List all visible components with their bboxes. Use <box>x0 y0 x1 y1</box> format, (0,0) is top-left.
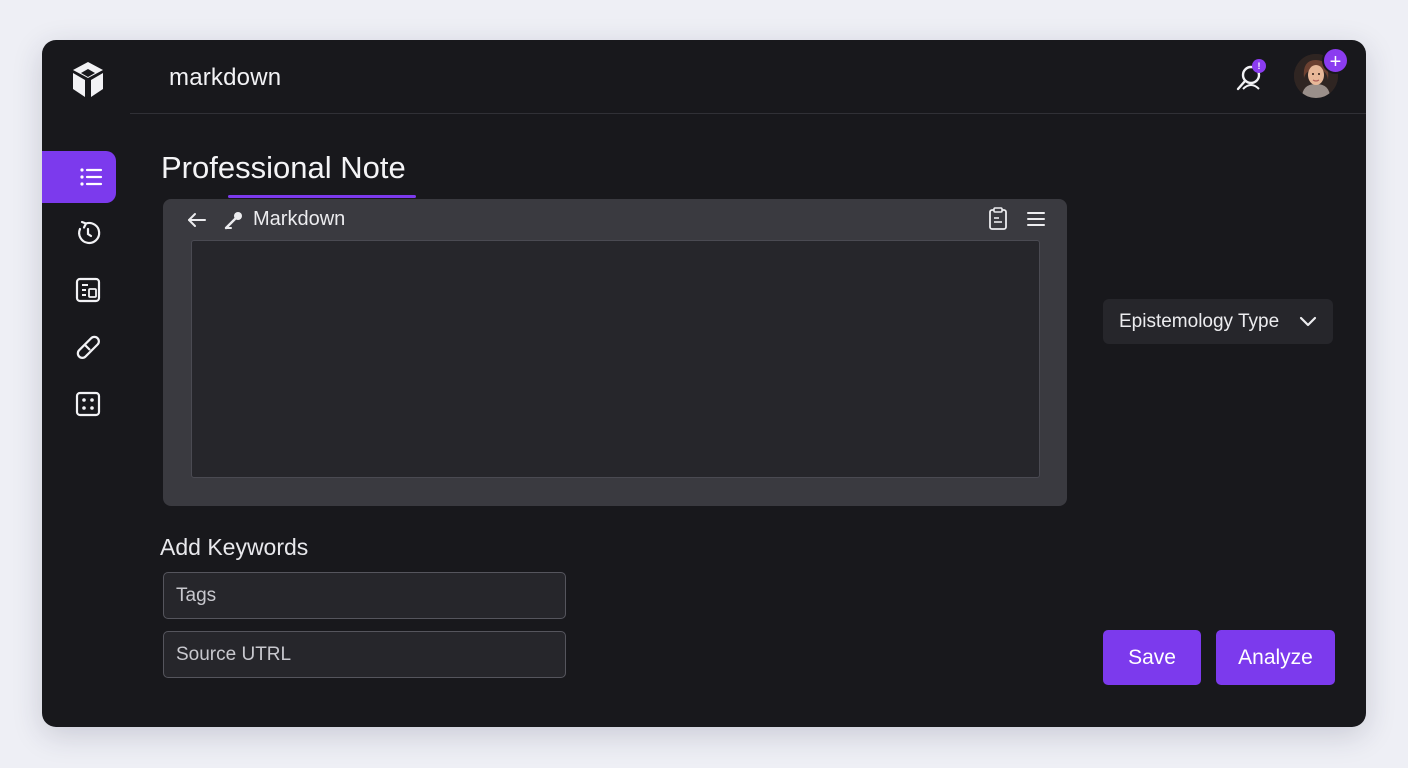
sidebar-item-list[interactable] <box>42 151 116 203</box>
notification-badge: ! <box>1252 59 1266 73</box>
clipboard-icon[interactable] <box>987 207 1009 231</box>
analyze-button[interactable]: Analyze <box>1216 630 1335 685</box>
save-button[interactable]: Save <box>1103 630 1201 685</box>
tags-input[interactable]: Tags <box>163 572 566 619</box>
app-window: markdown ! + Professional Note Markdown … <box>42 40 1366 727</box>
epistemology-type-value: Epistemology Type <box>1119 310 1280 332</box>
history-icon <box>78 220 101 245</box>
add-keywords-label: Add Keywords <box>160 534 309 560</box>
title-underline <box>228 195 416 198</box>
source-url-input[interactable]: Source UTRL <box>163 631 566 678</box>
sidebar-item-grid[interactable] <box>62 378 114 430</box>
page-title: Professional Note <box>161 150 406 185</box>
editor-mode-label: Markdown <box>253 208 346 230</box>
chevron-down-icon <box>1299 316 1317 327</box>
sidebar-item-document[interactable] <box>62 264 114 316</box>
header-divider <box>130 113 1366 114</box>
logo-icon <box>73 62 103 97</box>
list-icon <box>80 168 103 186</box>
markdown-pen-icon <box>223 209 245 231</box>
menu-icon[interactable] <box>1025 207 1047 231</box>
grid-icon <box>75 391 101 417</box>
markdown-text-area[interactable] <box>191 240 1040 478</box>
add-account-button[interactable]: + <box>1322 47 1349 74</box>
app-title: markdown <box>169 64 282 91</box>
sidebar-item-history[interactable] <box>62 207 114 259</box>
markdown-editor-panel: Markdown <box>163 199 1067 506</box>
link-icon <box>76 335 100 359</box>
epistemology-type-select[interactable]: Epistemology Type <box>1103 299 1333 344</box>
back-arrow-icon[interactable] <box>185 208 209 232</box>
editor-toolbar: Markdown <box>163 199 1067 240</box>
document-icon <box>75 277 101 303</box>
sidebar-item-link[interactable] <box>62 321 114 373</box>
